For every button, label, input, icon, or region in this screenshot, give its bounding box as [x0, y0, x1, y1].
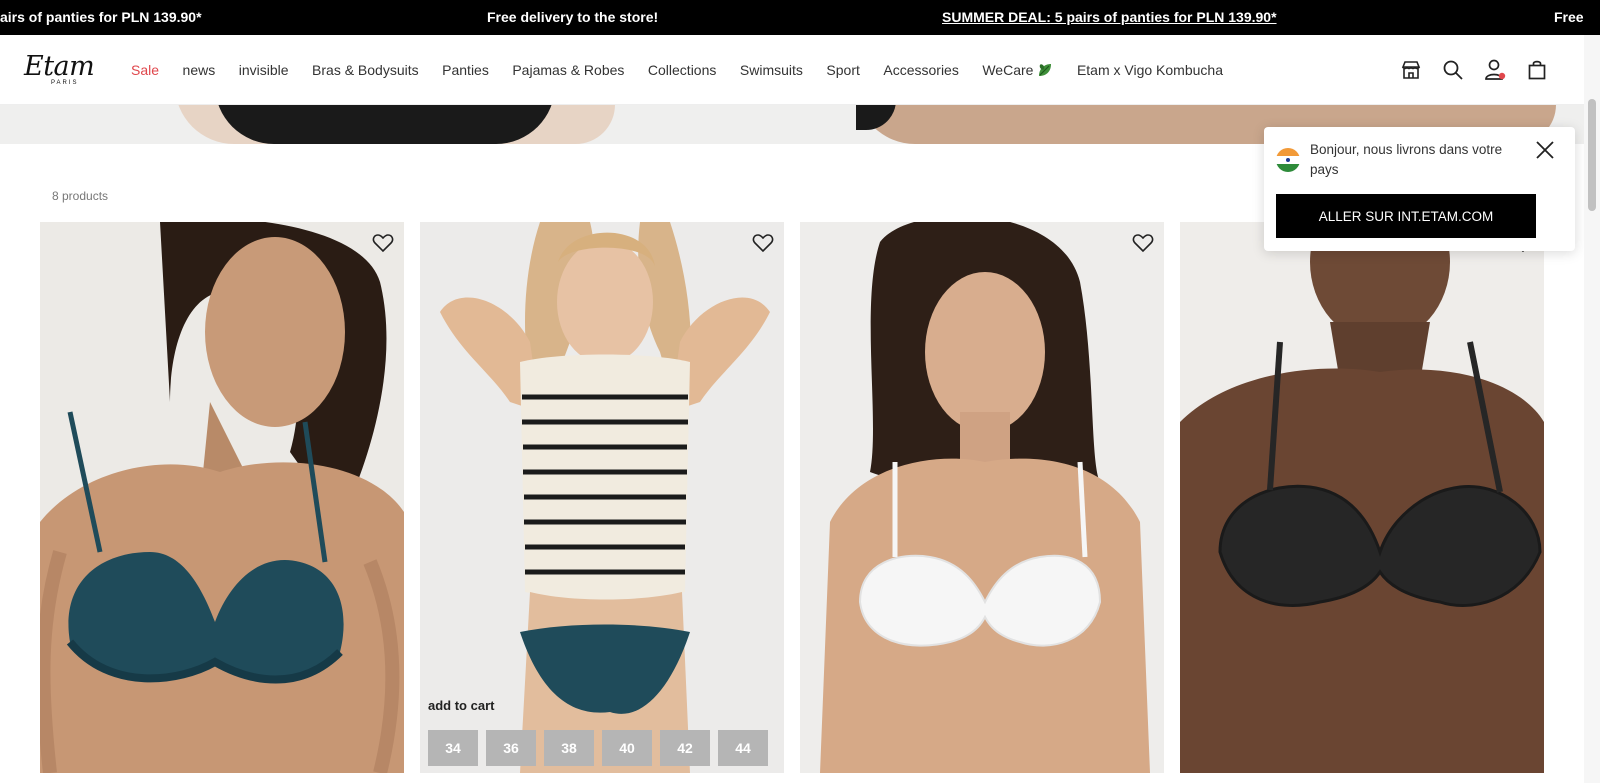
go-to-international-site-button[interactable]: ALLER SUR INT.ETAM.COM — [1276, 194, 1536, 238]
size-option-38[interactable]: 38 — [544, 730, 594, 766]
popup-message: Bonjour, nous livrons dans votre pays — [1310, 142, 1503, 177]
logo-word: Etam — [24, 51, 95, 82]
nav-item-sport[interactable]: Sport — [826, 61, 859, 79]
promo-text-center: Free delivery to the store! — [487, 9, 659, 25]
logo-sub: PARIS — [51, 80, 79, 86]
promo-deal-text: 5 pairs of panties for PLN 139.90* — [1050, 9, 1277, 25]
promo-deal[interactable]: SUMMER DEAL: 5 pairs of panties for PLN … — [942, 9, 1277, 25]
wishlist-heart-icon[interactable] — [371, 231, 395, 255]
promo-text-right: Free — [1554, 9, 1584, 25]
nav-item-sale[interactable]: Sale — [131, 61, 159, 79]
nav-item-wecare-label: WeCare — [982, 62, 1034, 78]
page-scrollbar[interactable] — [1584, 35, 1600, 783]
account-icon[interactable] — [1482, 57, 1508, 83]
product-count: 8 products — [52, 189, 109, 203]
close-icon[interactable] — [1534, 139, 1556, 161]
size-option-36[interactable]: 36 — [486, 730, 536, 766]
india-flag-icon — [1276, 148, 1300, 172]
size-option-34[interactable]: 34 — [428, 730, 478, 766]
bag-icon[interactable] — [1524, 57, 1550, 83]
header-icons — [1398, 57, 1566, 83]
nav-item-collections[interactable]: Collections — [648, 61, 716, 79]
search-icon[interactable] — [1440, 57, 1466, 83]
product-image — [800, 222, 1164, 773]
nav-item-accessories[interactable]: Accessories — [883, 61, 958, 79]
hero-image-left — [175, 105, 615, 144]
add-to-cart-label: add to cart — [428, 698, 495, 713]
store-icon[interactable] — [1398, 57, 1424, 83]
size-option-42[interactable]: 42 — [660, 730, 710, 766]
nav-item-wecare[interactable]: WeCare — [982, 61, 1053, 79]
wishlist-heart-icon[interactable] — [751, 231, 775, 255]
product-card[interactable] — [800, 222, 1164, 773]
product-card[interactable] — [40, 222, 404, 773]
leaf-icon — [1039, 64, 1052, 76]
nav-item-panties[interactable]: Panties — [442, 61, 489, 79]
etam-logo[interactable]: Etam PARIS — [24, 53, 100, 87]
nav-item-pajamas-robes[interactable]: Pajamas & Robes — [512, 61, 624, 79]
product-image — [420, 222, 784, 773]
country-redirect-popup: Bonjour, nous livrons dans votre pays AL… — [1264, 127, 1575, 251]
product-card[interactable] — [1180, 222, 1544, 773]
size-option-44[interactable]: 44 — [718, 730, 768, 766]
product-image — [40, 222, 404, 773]
nav-item-swimsuits[interactable]: Swimsuits — [740, 61, 803, 79]
wishlist-heart-icon[interactable] — [1131, 231, 1155, 255]
product-image — [1180, 222, 1544, 773]
size-selector: 34 36 38 40 42 44 — [428, 730, 776, 766]
nav-item-invisible[interactable]: invisible — [239, 61, 289, 79]
product-card[interactable]: add to cart 34 36 38 40 42 44 — [420, 222, 784, 773]
main-nav: Sale news invisible Bras & Bodysuits Pan… — [131, 61, 1246, 79]
nav-item-etam-x-vigo[interactable]: Etam x Vigo Kombucha — [1077, 61, 1223, 79]
promo-banner: airs of panties for PLN 139.90* Free del… — [0, 0, 1600, 35]
promo-deal-label: SUMMER DEAL: — [942, 9, 1051, 25]
promo-text-left: airs of panties for PLN 139.90* — [0, 9, 202, 25]
nav-item-bras-bodysuits[interactable]: Bras & Bodysuits — [312, 61, 419, 79]
size-option-40[interactable]: 40 — [602, 730, 652, 766]
site-header: Etam PARIS Sale news invisible Bras & Bo… — [0, 35, 1584, 105]
scrollbar-thumb[interactable] — [1588, 99, 1596, 211]
nav-item-news[interactable]: news — [183, 61, 216, 79]
